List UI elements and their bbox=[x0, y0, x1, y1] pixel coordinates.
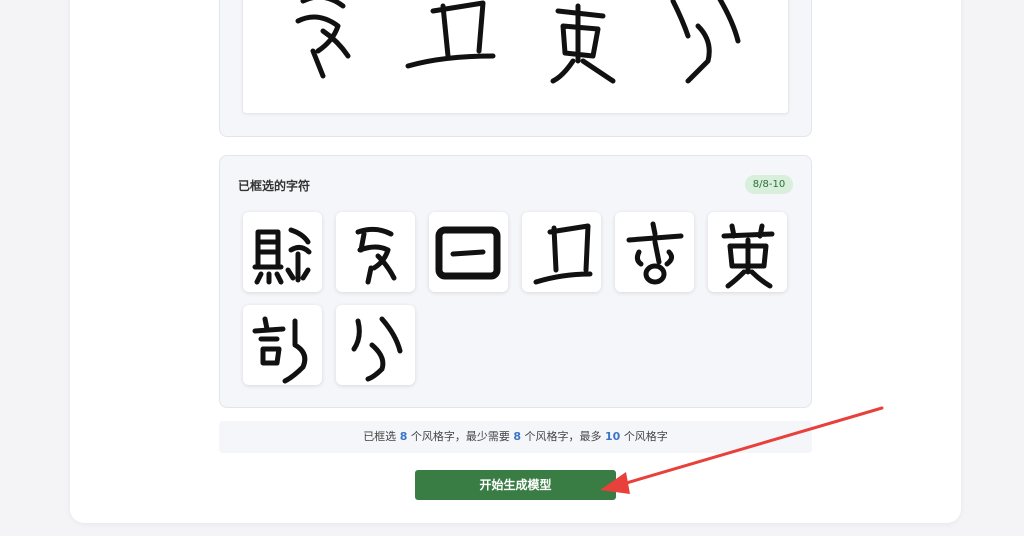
selection-count-badge: 8/8-10 bbox=[745, 175, 793, 194]
seal-glyph-1-icon bbox=[252, 227, 312, 285]
seal-glyph-2-icon bbox=[355, 226, 397, 285]
selected-char-tile-1[interactable] bbox=[243, 212, 322, 292]
selection-info-bar: 已框选 8 个风格字，最少需要 8 个风格字，最多 10 个风格字 bbox=[219, 421, 812, 453]
selected-char-tile-8[interactable] bbox=[336, 305, 415, 385]
seal-glyph-8-icon bbox=[351, 316, 403, 382]
start-generate-model-button[interactable]: 开始生成模型 bbox=[415, 470, 616, 500]
seal-glyph-6-icon bbox=[721, 223, 775, 289]
seal-glyph-7-icon bbox=[252, 316, 308, 384]
seal-glyph-4-icon bbox=[533, 223, 593, 285]
info-max-count: 10 bbox=[605, 430, 621, 443]
info-mid-2: 个风格字，最多 bbox=[524, 430, 602, 443]
selected-char-tile-3[interactable] bbox=[429, 212, 508, 292]
info-suffix: 个风格字 bbox=[623, 430, 668, 443]
selected-char-tile-4[interactable] bbox=[522, 212, 601, 292]
info-min-count: 8 bbox=[513, 430, 521, 443]
selected-char-tile-6[interactable] bbox=[708, 212, 787, 292]
selected-characters-title: 已框选的字符 bbox=[238, 179, 311, 193]
selected-char-tile-2[interactable] bbox=[336, 212, 415, 292]
info-mid-1: 个风格字，最少需要 bbox=[410, 430, 510, 443]
info-selected-count: 8 bbox=[399, 430, 408, 443]
calligraphy-preview-image[interactable] bbox=[242, 0, 789, 114]
seal-glyph-3-icon bbox=[435, 226, 501, 280]
seal-glyph-5-icon bbox=[626, 221, 684, 285]
preview-calligraphy-strokes bbox=[295, 0, 741, 84]
info-prefix: 已框选 bbox=[363, 430, 397, 443]
selected-char-tile-5[interactable] bbox=[615, 212, 694, 292]
selected-char-tile-7[interactable] bbox=[243, 305, 322, 385]
